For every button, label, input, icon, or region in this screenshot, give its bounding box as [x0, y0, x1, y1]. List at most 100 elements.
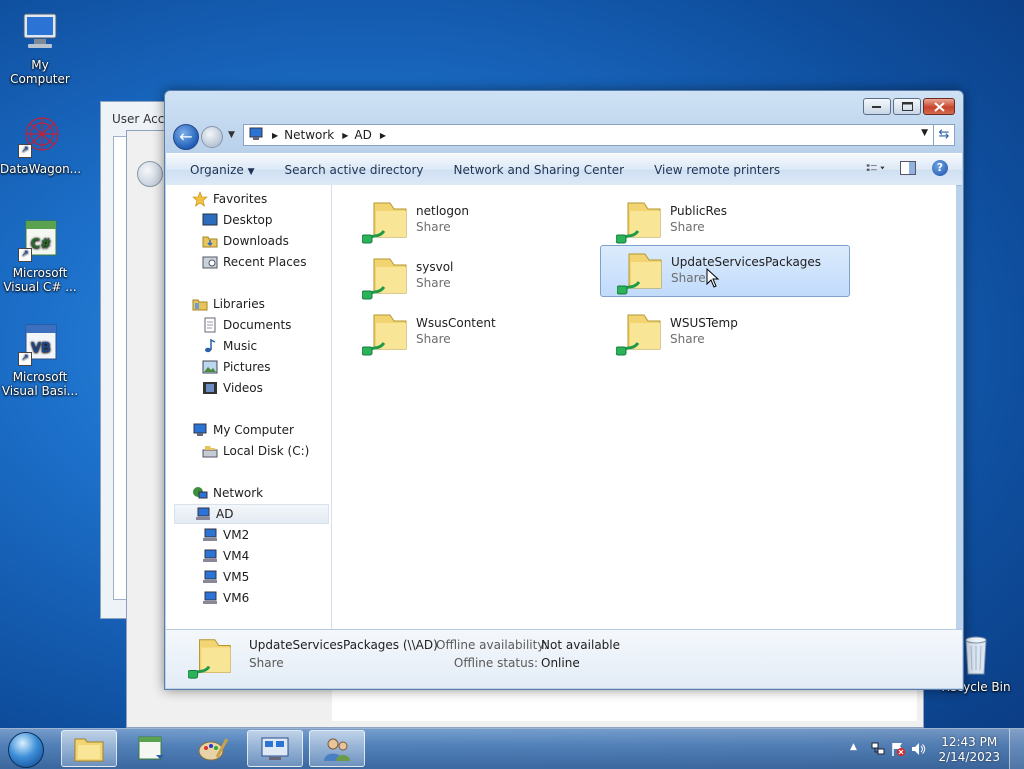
network-computer-icon: [202, 548, 218, 564]
maximize-button[interactable]: [893, 98, 921, 115]
back-arrow-icon: ←: [179, 127, 193, 146]
command-bar: Organize ▼ Search active directory Netwo…: [166, 153, 962, 186]
action-center-flag-icon[interactable]: [890, 741, 906, 760]
content-pane: netlogon Share PublicRes Share sysvol Sh…: [332, 185, 956, 629]
libraries-icon: [192, 296, 208, 312]
desktop-icon-my-computer[interactable]: My Computer: [0, 10, 80, 86]
back-button[interactable]: ←: [173, 124, 199, 150]
downloads-folder-icon: [202, 233, 218, 249]
nav-host-ad[interactable]: AD: [174, 504, 329, 524]
taskbar-network-button[interactable]: [247, 730, 303, 767]
nav-host-vm5[interactable]: VM5: [202, 567, 249, 587]
share-item[interactable]: PublicRes Share: [600, 193, 850, 245]
shortcut-arrow-icon: ↗: [18, 248, 32, 262]
offline-status-value: Online: [541, 656, 580, 670]
start-button[interactable]: [4, 731, 48, 768]
desktop-icon-visual-basic[interactable]: VB ↗ Microsoft Visual Basi...: [0, 322, 80, 398]
show-desktop-button[interactable]: [1009, 729, 1024, 769]
nav-libraries[interactable]: Libraries: [192, 294, 265, 314]
clock[interactable]: 12:43 PM 2/14/2023: [938, 735, 1000, 765]
nav-host-vm4[interactable]: VM4: [202, 546, 249, 566]
desktop-icon-label: Microsoft Visual Basi...: [1, 370, 79, 398]
computer-icon: [192, 422, 208, 438]
nav-my-computer[interactable]: My Computer: [192, 420, 294, 440]
nav-documents[interactable]: Documents: [202, 315, 291, 335]
view-options-icon: [866, 164, 885, 171]
help-button[interactable]: ?: [930, 159, 950, 177]
details-item-name: UpdateServicesPackages (\\AD): [249, 638, 438, 652]
share-item[interactable]: WSUSTemp Share: [600, 305, 850, 357]
clock-date: 2/14/2023: [938, 750, 1000, 764]
share-item[interactable]: WsusContent Share: [346, 305, 596, 357]
nav-desktop[interactable]: Desktop: [202, 210, 273, 230]
search-active-directory-button[interactable]: Search active directory: [270, 163, 439, 177]
preview-pane-button[interactable]: [898, 159, 918, 177]
breadcrumb-ad[interactable]: AD: [354, 128, 371, 142]
desktop-icon-label: DataWagon...: [0, 162, 82, 176]
close-icon: [933, 101, 945, 112]
taskbar-visual-csharp-button[interactable]: [123, 730, 179, 767]
share-item[interactable]: netlogon Share: [346, 193, 596, 245]
nav-network[interactable]: Network: [192, 483, 263, 503]
taskbar-explorer-button[interactable]: [61, 730, 117, 767]
mouse-cursor-icon: [706, 268, 720, 288]
shared-folder-icon: [361, 311, 412, 357]
explorer-window[interactable]: ← ▼ ▶ Network ▶ AD ▶ ▼ ⇆ Organize ▼ Sear…: [164, 90, 964, 690]
show-hidden-icons-button[interactable]: ▲: [850, 742, 857, 752]
change-view-button[interactable]: [866, 159, 886, 177]
network-sharing-center-button[interactable]: Network and Sharing Center: [439, 163, 640, 177]
breadcrumb-network[interactable]: Network: [284, 128, 334, 142]
taskbar-users-button[interactable]: [309, 730, 365, 767]
videos-icon: [202, 380, 218, 396]
datawagon-icon: ↗: [18, 114, 62, 158]
nav-favorites[interactable]: Favorites: [192, 189, 267, 209]
offline-status-label: Offline status:: [453, 656, 538, 670]
forward-button[interactable]: [201, 126, 223, 148]
nav-host-vm2[interactable]: VM2: [202, 525, 249, 545]
volume-icon[interactable]: [910, 741, 926, 760]
hard-drive-icon: [202, 443, 218, 459]
organize-button[interactable]: Organize ▼: [166, 163, 270, 177]
shortcut-arrow-icon: ↗: [18, 144, 32, 158]
shared-folder-icon: [616, 250, 667, 296]
minimize-button[interactable]: [863, 98, 891, 115]
taskbar: ▲ 12:43 PM 2/14/2023: [0, 728, 1024, 769]
share-item[interactable]: sysvol Share: [346, 249, 596, 301]
recent-pages-dropdown[interactable]: ▼: [228, 130, 235, 140]
network-computer-icon: [195, 506, 211, 522]
taskbar-paint-button[interactable]: [185, 730, 241, 767]
desktop-icon: [202, 212, 218, 228]
refresh-button[interactable]: ⇆: [933, 124, 955, 146]
visual-basic-icon: VB ↗: [18, 322, 62, 366]
network-status-icon[interactable]: [870, 741, 886, 760]
csharp-glyph: C#: [31, 237, 52, 252]
shared-folder-icon: [361, 199, 412, 245]
pictures-icon: [202, 359, 218, 375]
network-computer-icon: [202, 527, 218, 543]
nav-recent-places[interactable]: Recent Places: [202, 252, 306, 272]
view-remote-printers-button[interactable]: View remote printers: [639, 163, 795, 177]
folder-icon: [74, 738, 104, 761]
recent-places-icon: [202, 254, 218, 270]
nav-music[interactable]: Music: [202, 336, 257, 356]
nav-pictures[interactable]: Pictures: [202, 357, 271, 377]
network-window-icon: [261, 737, 289, 760]
shared-folder-icon: [615, 311, 666, 357]
nav-videos[interactable]: Videos: [202, 378, 263, 398]
breadcrumb-separator-icon: ▶: [342, 130, 349, 140]
address-bar[interactable]: ▶ Network ▶ AD ▶ ▼: [243, 124, 935, 146]
nav-downloads[interactable]: Downloads: [202, 231, 289, 251]
breadcrumb-separator-icon: ▶: [272, 130, 279, 140]
desktop-icon-visual-csharp[interactable]: C# ↗ Microsoft Visual C# ...: [0, 218, 80, 294]
desktop-icon-datawagon[interactable]: ↗ DataWagon...: [0, 114, 82, 176]
back-arrow-icon: [137, 161, 163, 187]
music-icon: [202, 338, 218, 354]
shared-folder-icon: [361, 255, 412, 301]
windows-logo-icon: [8, 732, 44, 768]
address-dropdown-icon[interactable]: ▼: [921, 128, 928, 138]
desktop-icon-label: My Computer: [10, 58, 70, 86]
nav-local-disk[interactable]: Local Disk (C:): [202, 441, 309, 461]
nav-host-vm6[interactable]: VM6: [202, 588, 249, 608]
close-button[interactable]: [923, 98, 955, 115]
share-item-selected[interactable]: UpdateServicesPackages Share: [600, 245, 850, 297]
